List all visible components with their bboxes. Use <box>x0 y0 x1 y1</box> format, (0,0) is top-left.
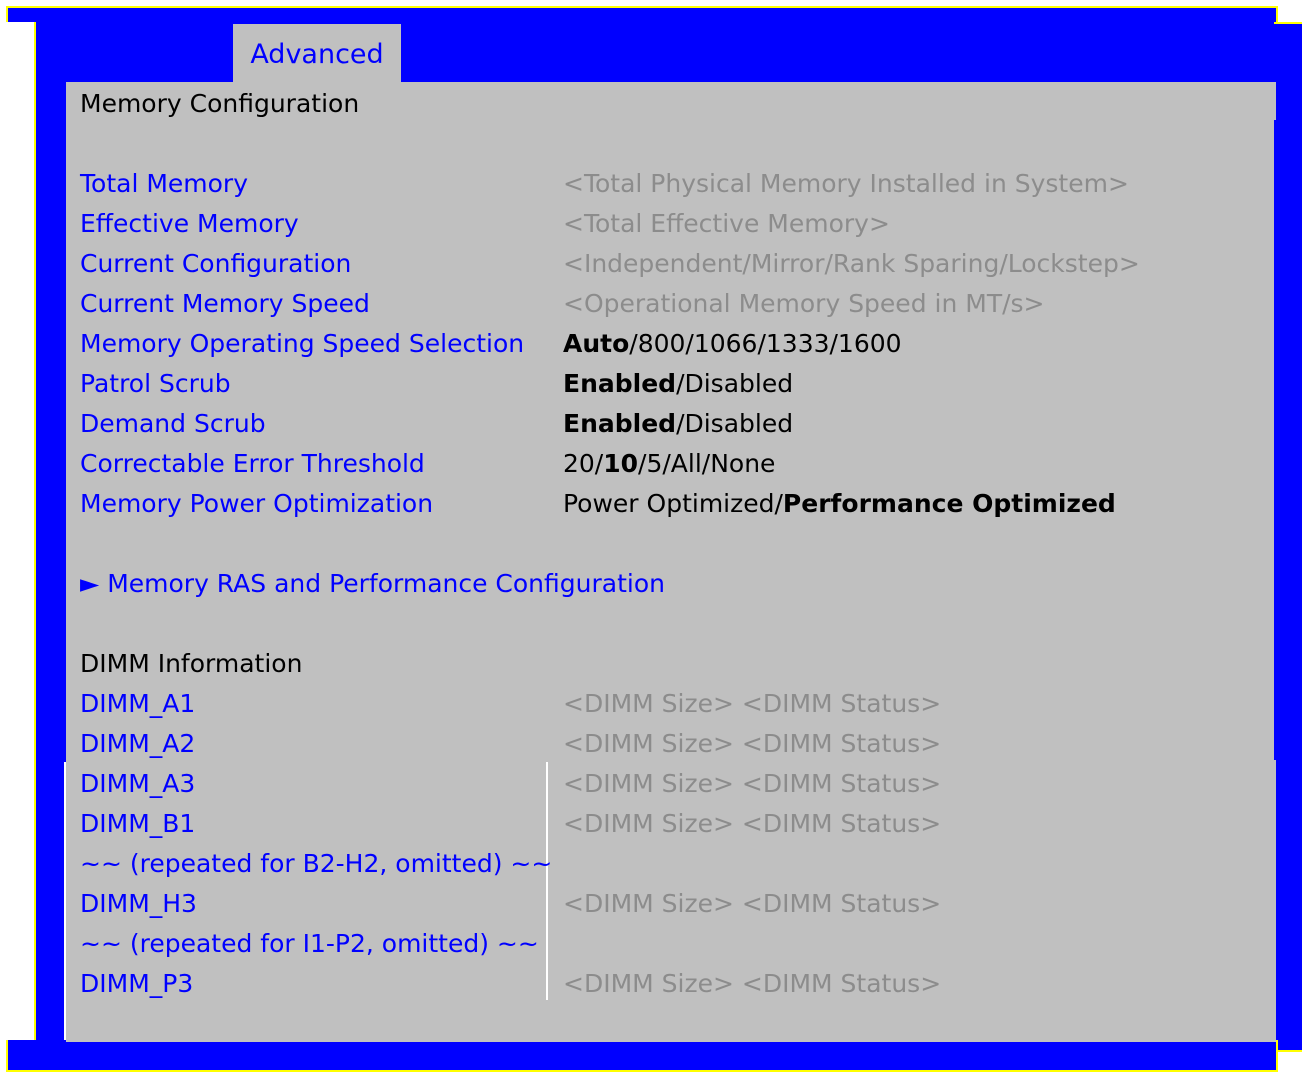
default-option: Enabled <box>563 409 677 438</box>
prior-options: Power Optimized/ <box>563 489 783 518</box>
tab-advanced[interactable]: Advanced <box>233 24 401 84</box>
screen-frame-right <box>1274 22 1302 1052</box>
other-options: /Disabled <box>676 409 794 438</box>
setting-value-current-configuration: <Independent/Mirror/Rank Sparing/Lockste… <box>563 249 1140 278</box>
other-options: /5/All/None <box>638 449 776 478</box>
setting-value-demand-scrub[interactable]: Enabled/Disabled <box>563 408 793 440</box>
dimm-row-label[interactable]: DIMM_H3 <box>80 888 197 920</box>
dimm-row-label[interactable]: DIMM_A3 <box>80 768 195 800</box>
submenu-label: Memory RAS and Performance Configuration <box>107 569 665 598</box>
other-options: /800/1066/1333/1600 <box>629 329 902 358</box>
dimm-omitted-note: ~~ (repeated for I1-P2, omitted) ~~ <box>80 929 539 958</box>
setting-value-current-memory-speed: <Operational Memory Speed in MT/s> <box>563 289 1045 318</box>
column-divider <box>546 762 548 1000</box>
screen-margin-left <box>0 22 36 1040</box>
dimm-row-value: <DIMM Size> <DIMM Status> <box>563 729 942 758</box>
dimm-row-label[interactable]: DIMM_A1 <box>80 688 195 720</box>
setting-value-patrol-scrub[interactable]: Enabled/Disabled <box>563 368 793 400</box>
dimm-section-heading: DIMM Information <box>80 649 303 678</box>
setting-value-memory-power-optimization[interactable]: Power Optimized/Performance Optimized <box>563 488 1116 520</box>
setting-value-total-memory: <Total Physical Memory Installed in Syst… <box>563 169 1129 198</box>
page-title: Memory Configuration <box>80 89 360 118</box>
screen-frame-bottom <box>6 1040 1278 1072</box>
setting-label-demand-scrub[interactable]: Demand Scrub <box>80 408 266 440</box>
setting-label-correctable-error-threshold[interactable]: Correctable Error Threshold <box>80 448 425 480</box>
tab-label: Advanced <box>250 38 384 70</box>
screen-frame-left <box>34 22 40 1040</box>
setting-label-total-memory[interactable]: Total Memory <box>80 168 248 200</box>
dimm-omitted-note: ~~ (repeated for B2-H2, omitted) ~~ <box>80 849 553 878</box>
setting-label-patrol-scrub[interactable]: Patrol Scrub <box>80 368 231 400</box>
setting-label-memory-power-optimization[interactable]: Memory Power Optimization <box>80 488 433 520</box>
dimm-row-value: <DIMM Size> <DIMM Status> <box>563 969 942 998</box>
default-option: 10 <box>603 449 639 478</box>
submenu-arrow-icon: ► <box>80 569 100 598</box>
setting-label-memory-operating-speed[interactable]: Memory Operating Speed Selection <box>80 328 524 360</box>
dimm-row-value: <DIMM Size> <DIMM Status> <box>563 689 942 718</box>
dimm-row-value: <DIMM Size> <DIMM Status> <box>563 769 942 798</box>
dimm-row-value: <DIMM Size> <DIMM Status> <box>563 809 942 838</box>
submenu-memory-ras[interactable]: ► Memory RAS and Performance Configurati… <box>80 568 665 600</box>
dimm-row-label[interactable]: DIMM_P3 <box>80 968 193 1000</box>
dimm-row-value: <DIMM Size> <DIMM Status> <box>563 889 942 918</box>
other-options: /Disabled <box>676 369 794 398</box>
setting-value-correctable-error-threshold[interactable]: 20/10/5/All/None <box>563 448 775 480</box>
default-option: Enabled <box>563 369 677 398</box>
panel-edge-left <box>64 762 66 1040</box>
setting-label-effective-memory[interactable]: Effective Memory <box>80 208 299 240</box>
setting-value-memory-operating-speed[interactable]: Auto/800/1066/1333/1600 <box>563 328 902 360</box>
setting-label-current-configuration[interactable]: Current Configuration <box>80 248 351 280</box>
default-option: Auto <box>563 329 630 358</box>
dimm-row-label[interactable]: DIMM_B1 <box>80 808 195 840</box>
setting-value-effective-memory: <Total Effective Memory> <box>563 209 890 238</box>
prior-options: 20/ <box>563 449 604 478</box>
dimm-row-label[interactable]: DIMM_A2 <box>80 728 195 760</box>
default-option: Performance Optimized <box>782 489 1116 518</box>
setting-label-current-memory-speed[interactable]: Current Memory Speed <box>80 288 370 320</box>
panel-edge <box>1274 120 1276 760</box>
